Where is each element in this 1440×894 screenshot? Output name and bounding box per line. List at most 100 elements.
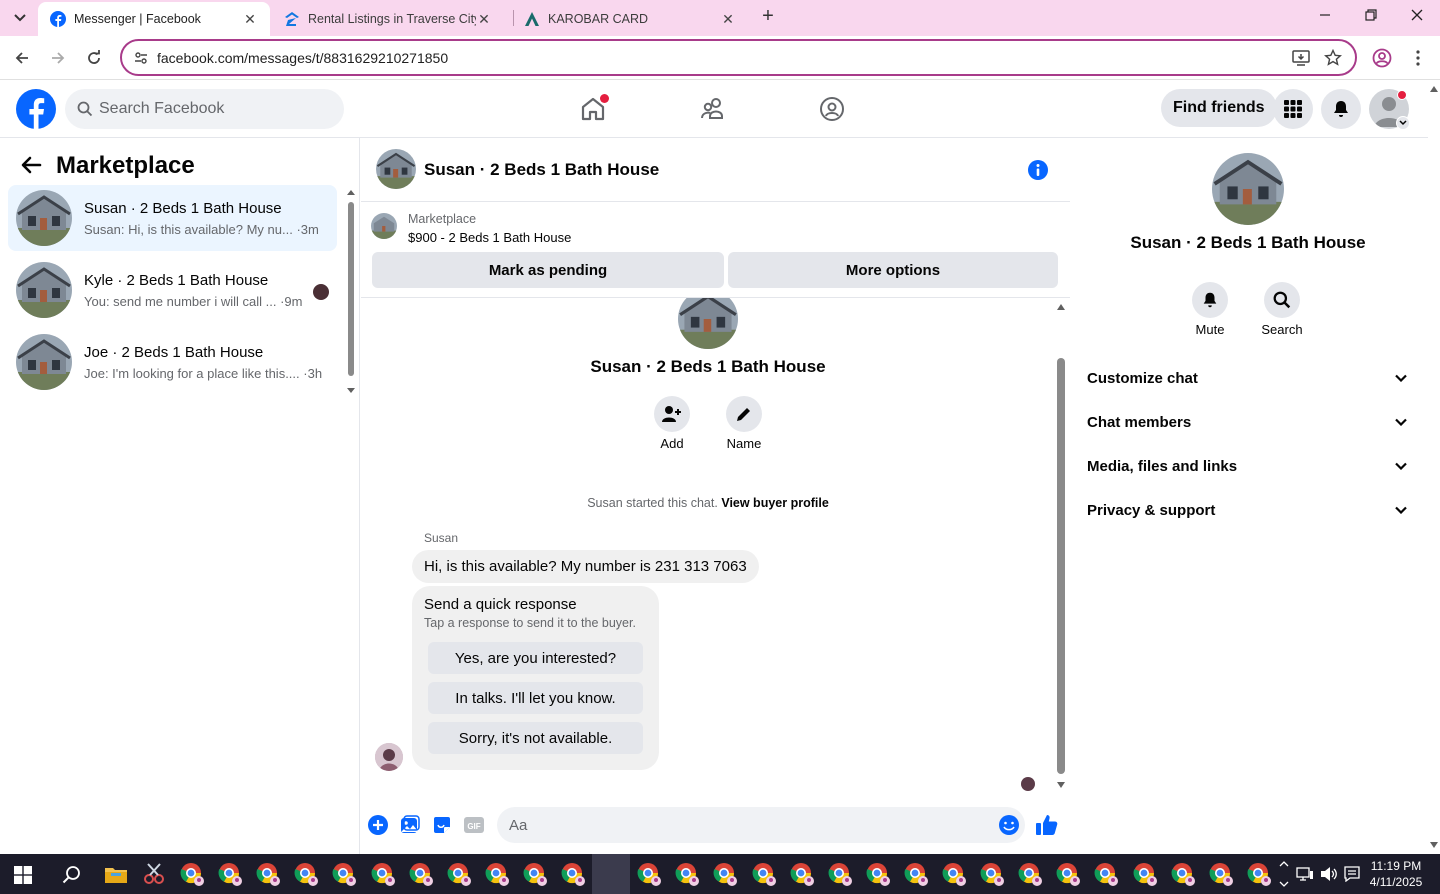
chrome-taskbar-icon[interactable] — [254, 860, 282, 888]
chrome-taskbar-icon[interactable] — [1131, 860, 1159, 888]
close-tab-icon[interactable]: ✕ — [476, 11, 492, 27]
site-info-icon[interactable] — [134, 51, 148, 65]
tray-overflow-icon[interactable] — [1278, 858, 1290, 890]
chrome-taskbar-icon[interactable] — [635, 860, 663, 888]
facebook-logo-icon[interactable] — [16, 89, 56, 129]
install-app-icon[interactable] — [1292, 49, 1310, 67]
thread-scrollbar[interactable] — [1055, 298, 1067, 794]
chrome-taskbar-icon[interactable] — [407, 860, 435, 888]
facebook-search[interactable] — [65, 89, 344, 129]
chrome-taskbar-icon[interactable] — [826, 860, 854, 888]
chrome-taskbar-icon[interactable] — [711, 860, 739, 888]
back-arrow-icon[interactable] — [20, 155, 42, 175]
chrome-taskbar-icon[interactable] — [445, 860, 473, 888]
chrome-taskbar-icon[interactable] — [216, 860, 244, 888]
url-text[interactable]: facebook.com/messages/t/8831629210271850 — [157, 50, 448, 66]
sidebar-scrollbar[interactable] — [346, 188, 356, 398]
facebook-search-input[interactable] — [99, 100, 319, 118]
tab-messenger[interactable]: Messenger | Facebook ✕ — [38, 2, 270, 36]
message-input[interactable] — [509, 816, 979, 834]
chat-avatar[interactable] — [376, 149, 416, 189]
chrome-taskbar-icon[interactable] — [750, 860, 778, 888]
mark-as-pending-button[interactable]: Mark as pending — [372, 252, 724, 288]
chrome-taskbar-icon[interactable] — [788, 860, 816, 888]
message-bubble[interactable]: Hi, is this available? My number is 231 … — [412, 550, 759, 583]
add-person-button[interactable] — [654, 396, 690, 432]
taskbar-search-icon[interactable] — [62, 865, 82, 885]
back-icon[interactable] — [8, 44, 36, 72]
chrome-taskbar-icon[interactable] — [521, 860, 549, 888]
conversation-item[interactable]: Kyle · 2 Beds 1 Bath House You: send me … — [8, 257, 337, 323]
details-avatar[interactable] — [1212, 153, 1284, 225]
page-scrollbar[interactable] — [1428, 80, 1440, 854]
action-center-icon[interactable] — [1344, 866, 1360, 882]
find-friends-button[interactable]: Find friends — [1161, 89, 1277, 127]
close-tab-icon[interactable]: ✕ — [720, 11, 736, 27]
chrome-taskbar-icon[interactable] — [1092, 860, 1120, 888]
gif-icon[interactable]: GIF — [464, 815, 484, 835]
chrome-taskbar-icon[interactable] — [178, 860, 206, 888]
sticker-icon[interactable] — [432, 815, 452, 835]
home-nav-icon[interactable] — [570, 91, 616, 127]
conversation-item[interactable]: Joe · 2 Beds 1 Bath House Joe: I'm looki… — [8, 329, 337, 395]
plus-icon[interactable] — [368, 815, 388, 835]
close-window-icon[interactable] — [1408, 6, 1426, 24]
new-tab-icon[interactable]: + — [756, 4, 780, 28]
emoji-icon[interactable] — [998, 814, 1020, 836]
notifications-bell-icon[interactable] — [1321, 89, 1361, 129]
chrome-taskbar-icon[interactable] — [1169, 860, 1197, 888]
edit-name-button[interactable] — [726, 396, 762, 432]
chat-title[interactable]: Susan · 2 Beds 1 Bath House — [424, 160, 659, 180]
friends-nav-icon[interactable] — [690, 91, 736, 127]
browser-menu-icon[interactable] — [1404, 44, 1432, 72]
volume-icon[interactable] — [1320, 866, 1338, 882]
chrome-taskbar-icon[interactable] — [1054, 860, 1082, 888]
taskbar-clock[interactable]: 11:19 PM 4/11/2025 — [1364, 858, 1428, 890]
search-in-chat-icon[interactable] — [1264, 282, 1300, 318]
tab-rental-listings[interactable]: Rental Listings in Traverse City M ✕ — [272, 2, 504, 36]
network-icon[interactable] — [1296, 867, 1314, 881]
privacy-support-section[interactable]: Privacy & support — [1079, 488, 1415, 532]
quick-response-option[interactable]: Yes, are you interested? — [428, 642, 643, 674]
chrome-taskbar-icon[interactable] — [940, 860, 968, 888]
info-icon[interactable] — [1027, 159, 1049, 181]
like-icon[interactable] — [1035, 813, 1059, 837]
chrome-taskbar-icon[interactable] — [1016, 860, 1044, 888]
minimize-window-icon[interactable] — [1316, 6, 1334, 24]
restore-window-icon[interactable] — [1362, 6, 1380, 24]
chrome-taskbar-icon[interactable] — [330, 860, 358, 888]
more-options-button[interactable]: More options — [728, 252, 1058, 288]
customize-chat-section[interactable]: Customize chat — [1079, 356, 1415, 400]
quick-response-option[interactable]: In talks. I'll let you know. — [428, 682, 643, 714]
close-tab-icon[interactable]: ✕ — [242, 11, 258, 27]
listing-thumbnail[interactable] — [371, 213, 397, 239]
chrome-taskbar-icon[interactable] — [483, 860, 511, 888]
reload-icon[interactable] — [80, 44, 108, 72]
snipping-tool-icon[interactable] — [140, 860, 168, 888]
menu-grid-icon[interactable] — [1273, 89, 1313, 129]
quick-response-option[interactable]: Sorry, it's not available. — [428, 722, 643, 754]
sender-avatar[interactable] — [375, 743, 403, 771]
chrome-taskbar-icon[interactable] — [559, 860, 587, 888]
forward-icon[interactable] — [44, 44, 72, 72]
chrome-taskbar-icon[interactable] — [673, 860, 701, 888]
listing-title[interactable]: $900 - 2 Beds 1 Bath House — [408, 230, 571, 245]
chrome-taskbar-icon[interactable] — [902, 860, 930, 888]
mute-bell-icon[interactable] — [1192, 282, 1228, 318]
chrome-taskbar-icon[interactable] — [864, 860, 892, 888]
bookmark-star-icon[interactable] — [1324, 49, 1342, 67]
view-buyer-profile-link[interactable]: View buyer profile — [721, 496, 828, 510]
conversation-item[interactable]: Susan · 2 Beds 1 Bath House Susan: Hi, i… — [8, 185, 337, 251]
chrome-taskbar-icon[interactable] — [292, 860, 320, 888]
tab-search-icon[interactable] — [8, 6, 32, 30]
account-chevron-down-icon[interactable] — [1396, 116, 1410, 130]
chat-members-section[interactable]: Chat members — [1079, 400, 1415, 444]
chrome-taskbar-icon[interactable] — [1245, 860, 1273, 888]
chrome-taskbar-icon[interactable] — [369, 860, 397, 888]
chrome-taskbar-icon[interactable] — [1207, 860, 1235, 888]
tab-karobar-card[interactable]: KAROBAR CARD ✕ — [512, 2, 748, 36]
windows-start-icon[interactable] — [14, 866, 32, 884]
groups-nav-icon[interactable] — [809, 91, 855, 127]
profile-icon[interactable] — [1368, 44, 1396, 72]
file-explorer-icon[interactable] — [102, 860, 130, 888]
